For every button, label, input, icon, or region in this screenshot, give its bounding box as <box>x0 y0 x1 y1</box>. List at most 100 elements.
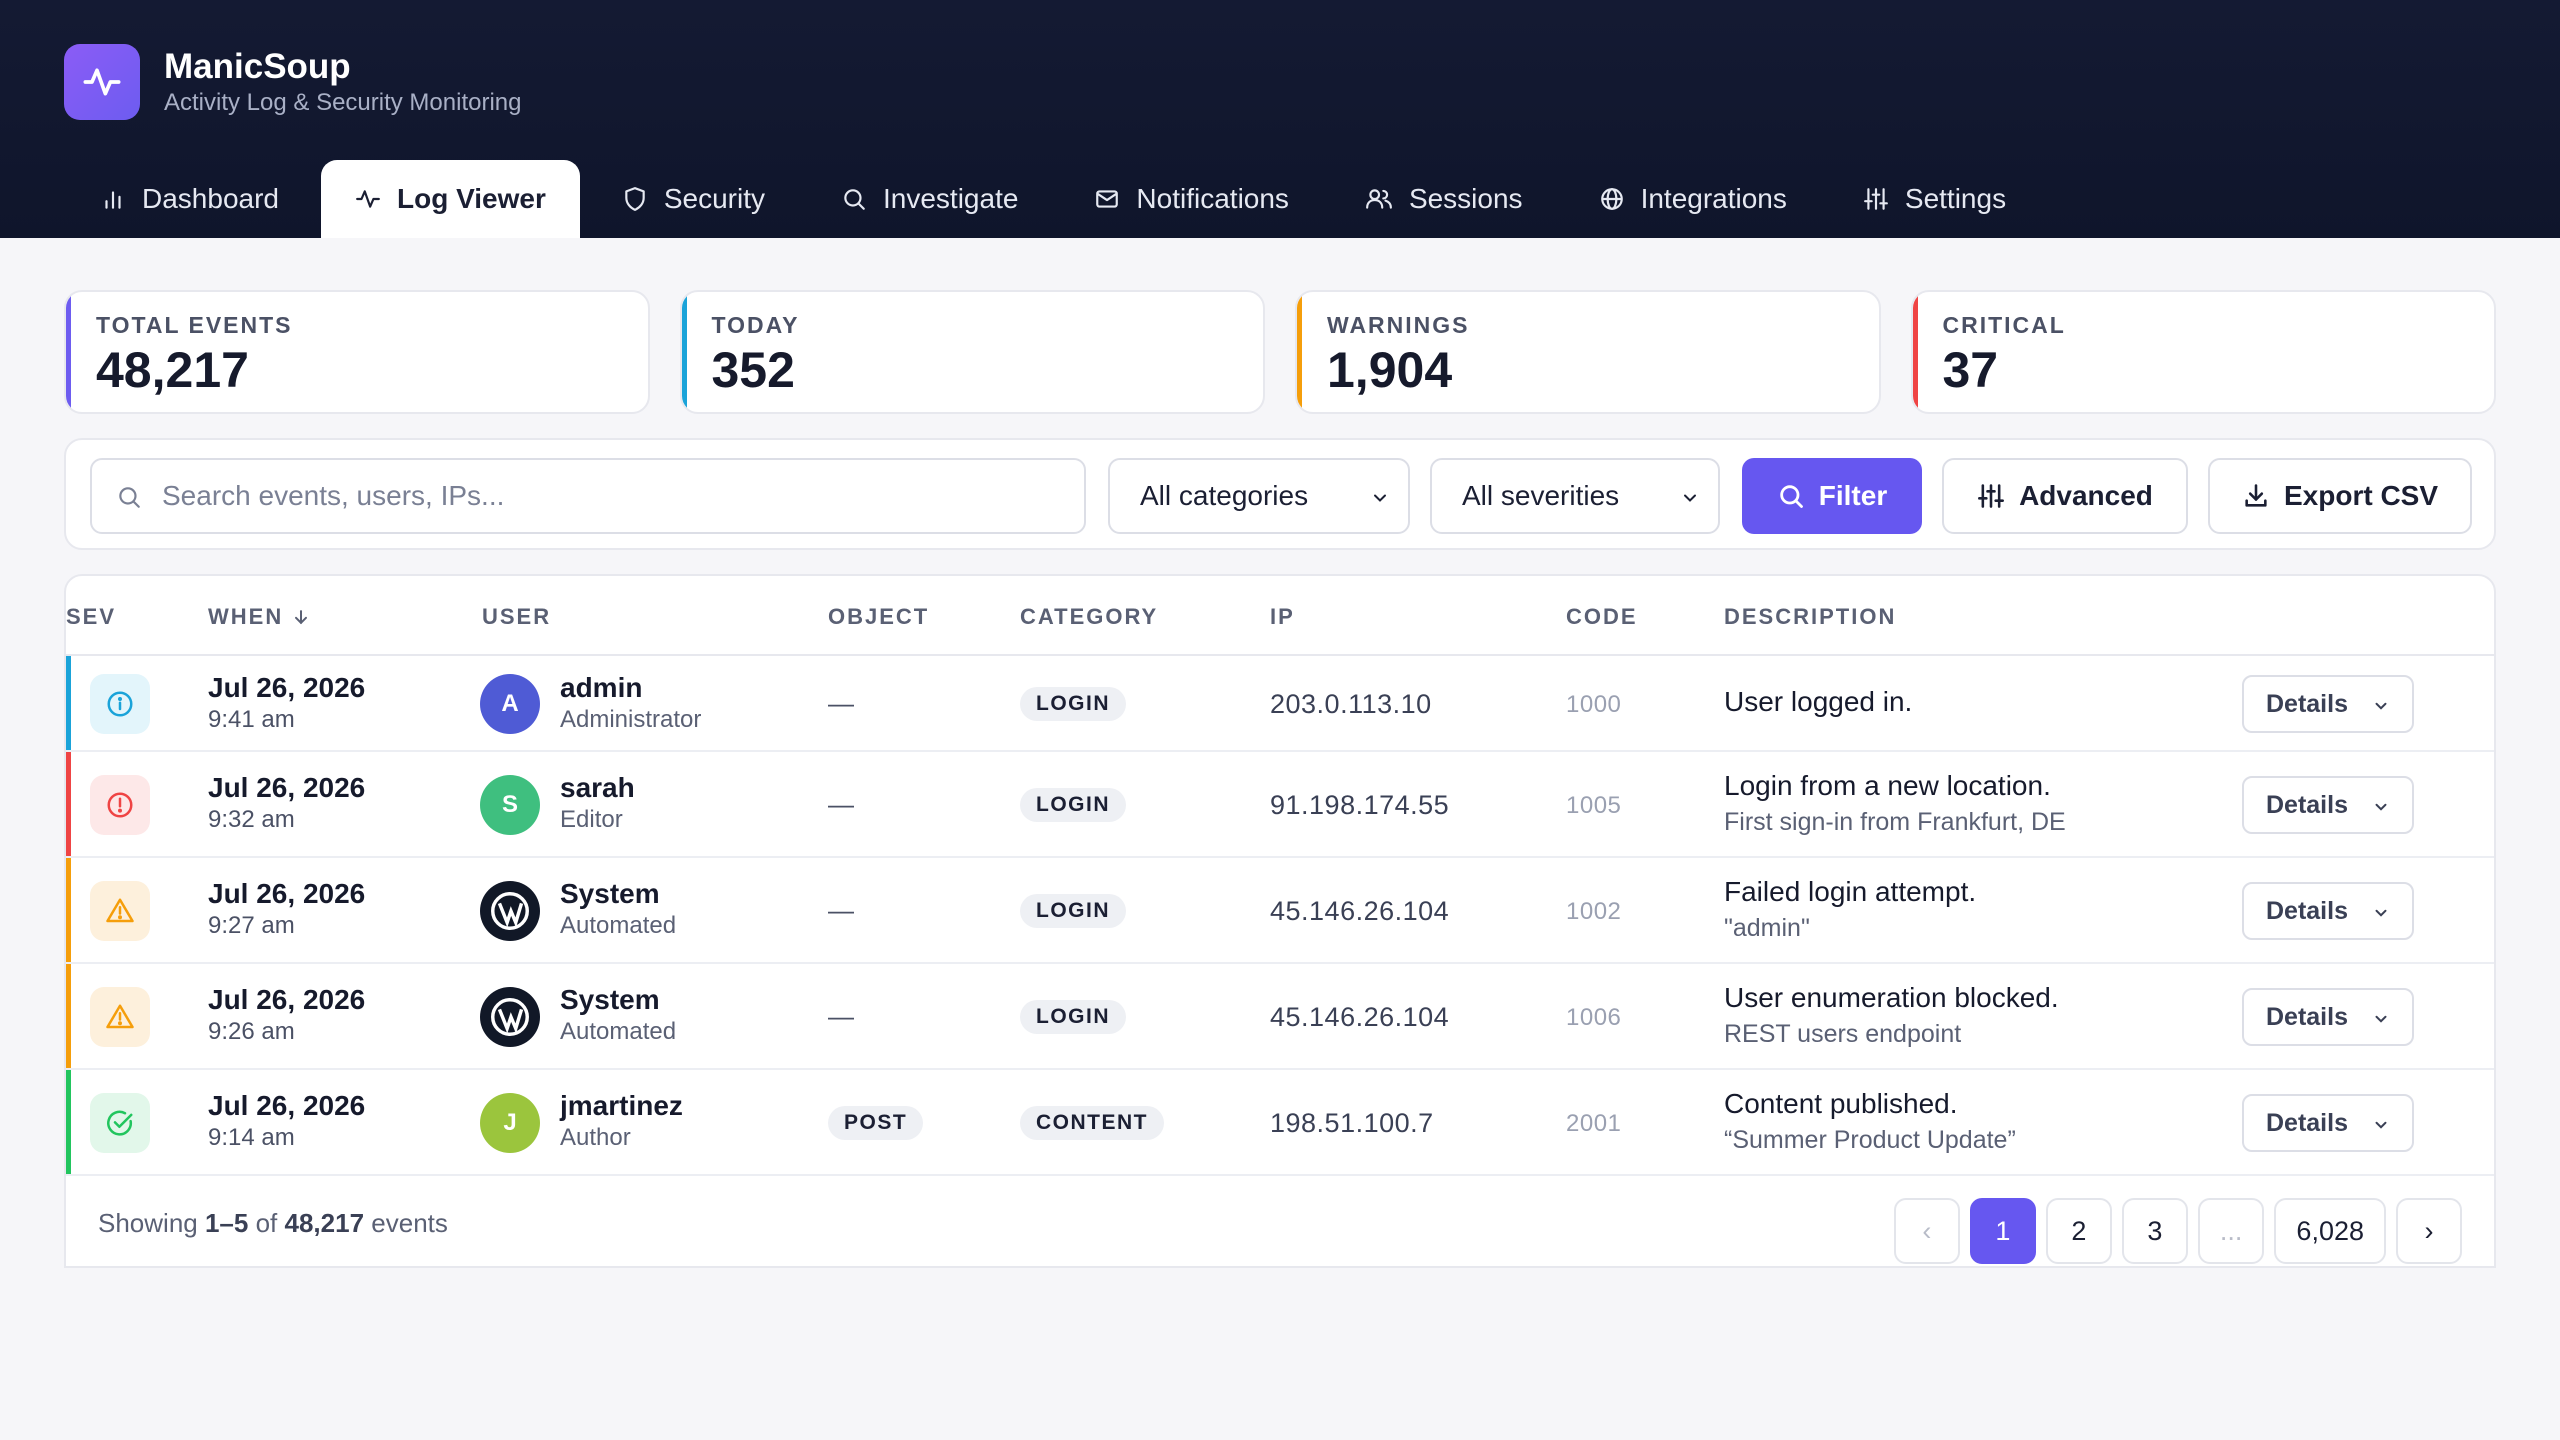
event-object: — <box>828 895 854 925</box>
stat-label: TODAY <box>711 312 800 338</box>
column-header-category[interactable]: CATEGORY <box>1020 604 1158 630</box>
export-csv-button[interactable]: Export CSV <box>2208 458 2472 534</box>
event-description: User logged in. <box>1724 686 1913 717</box>
column-header-ip[interactable]: IP <box>1270 604 1295 630</box>
event-date: Jul 26, 2026 <box>208 878 366 909</box>
chevron-down-icon <box>2375 1121 2387 1129</box>
tab-investigate[interactable]: Investigate <box>807 160 1052 238</box>
table-row[interactable]: Jul 26, 2026 9:41 am A admin Administrat… <box>66 656 2494 752</box>
column-header-when[interactable]: WHEN <box>208 604 311 630</box>
user-name[interactable]: System <box>560 984 660 1016</box>
column-header-when-label: WHEN <box>208 604 284 629</box>
download-icon <box>2245 484 2267 507</box>
details-button-label: Details <box>2266 790 2348 819</box>
tab-security[interactable]: Security <box>588 160 799 238</box>
tab-label: Security <box>663 183 765 214</box>
prev-page-button[interactable]: ‹ <box>1893 1198 1960 1264</box>
event-date: Jul 26, 2026 <box>208 1090 366 1121</box>
tab-label: Dashboard <box>142 183 279 214</box>
search-icon <box>844 189 865 210</box>
tab-settings[interactable]: Settings <box>1829 160 2040 238</box>
arrow-down-icon <box>295 610 308 625</box>
showing-prefix: Showing <box>98 1208 198 1238</box>
stat-label: WARNINGS <box>1327 312 1470 338</box>
column-header-description[interactable]: DESCRIPTION <box>1724 604 1896 630</box>
warning-icon <box>90 881 150 941</box>
tab-label: Sessions <box>1408 183 1523 214</box>
column-header-object[interactable]: OBJECT <box>828 604 929 630</box>
details-button[interactable]: Details <box>2242 776 2414 834</box>
app-subtitle: Activity Log & Security Monitoring <box>164 89 522 116</box>
app-name: ManicSoup <box>164 47 351 86</box>
page-button-1[interactable]: 1 <box>1969 1198 2036 1264</box>
user-name[interactable]: sarah <box>560 772 635 804</box>
table-row[interactable]: Jul 26, 2026 9:32 am S sarah Editor — LO… <box>66 752 2494 858</box>
details-button-label: Details <box>2266 1002 2348 1031</box>
table-row[interactable]: Jul 26, 2026 9:27 am System Automated — … <box>66 858 2494 964</box>
chevron-down-icon <box>2375 803 2387 811</box>
tab-sessions[interactable]: Sessions <box>1331 160 1557 238</box>
user-role: Editor <box>560 806 623 833</box>
brand[interactable]: ManicSoup Activity Log & Security Monito… <box>64 44 521 120</box>
column-header-code[interactable]: CODE <box>1566 604 1638 630</box>
search-input[interactable] <box>162 460 1062 532</box>
main-tabs: Dashboard Log Viewer Security Investigat… <box>66 160 2048 238</box>
tab-label: Integrations <box>1640 183 1787 214</box>
category-select[interactable]: All categories <box>1108 458 1410 534</box>
user-name[interactable]: admin <box>560 672 642 704</box>
advanced-button-label: Advanced <box>2019 480 2153 511</box>
event-description-detail: “Summer Product Update” <box>1724 1126 2016 1154</box>
event-ip[interactable]: 45.146.26.104 <box>1270 1002 1449 1033</box>
column-header-sev[interactable]: SEV <box>66 604 116 630</box>
details-button[interactable]: Details <box>2242 1094 2414 1152</box>
tab-label: Settings <box>1904 183 2007 214</box>
event-ip[interactable]: 91.198.174.55 <box>1270 790 1449 821</box>
page-ellipsis: ... <box>2197 1198 2265 1264</box>
page-button-2[interactable]: 2 <box>2045 1198 2112 1264</box>
sliders-icon <box>1863 188 1888 210</box>
tab-log-viewer[interactable]: Log Viewer <box>320 160 580 238</box>
column-header-user[interactable]: USER <box>482 604 551 630</box>
stat-value: 352 <box>711 342 795 398</box>
event-ip[interactable]: 203.0.113.10 <box>1270 689 1432 720</box>
tab-label: Notifications <box>1136 183 1289 214</box>
chevron-down-icon <box>2375 702 2387 710</box>
category-badge: LOGIN <box>1020 687 1126 721</box>
severity-bar <box>66 1070 71 1174</box>
search-box[interactable] <box>90 458 1086 534</box>
user-role: Author <box>560 1124 631 1151</box>
globe-icon <box>1600 188 1623 210</box>
user-name[interactable]: System <box>560 878 660 910</box>
check-circle-icon <box>90 1093 150 1153</box>
category-badge: LOGIN <box>1020 1000 1126 1034</box>
severity-select[interactable]: All severities <box>1430 458 1720 534</box>
details-button[interactable]: Details <box>2242 988 2414 1046</box>
event-description-detail: REST users endpoint <box>1724 1020 1962 1048</box>
user-name[interactable]: jmartinez <box>560 1090 683 1122</box>
tab-notifications[interactable]: Notifications <box>1060 160 1323 238</box>
page-button-last[interactable]: 6,028 <box>2274 1198 2386 1264</box>
event-ip[interactable]: 198.51.100.7 <box>1270 1108 1434 1139</box>
severity-bar <box>66 858 71 962</box>
details-button[interactable]: Details <box>2242 882 2414 940</box>
export-csv-label: Export CSV <box>2283 480 2439 511</box>
details-button[interactable]: Details <box>2242 675 2414 733</box>
event-ip[interactable]: 45.146.26.104 <box>1270 896 1449 927</box>
tab-integrations[interactable]: Integrations <box>1565 160 1821 238</box>
warning-icon <box>90 987 150 1047</box>
advanced-button[interactable]: Advanced <box>1942 458 2188 534</box>
stat-today: TODAY 352 <box>679 290 1265 414</box>
shield-icon <box>625 187 645 211</box>
next-page-button[interactable]: › <box>2396 1198 2462 1264</box>
event-description: Login from a new location. <box>1724 770 2051 801</box>
table-row[interactable]: Jul 26, 2026 9:26 am System Automated — … <box>66 964 2494 1070</box>
tab-dashboard[interactable]: Dashboard <box>66 160 313 238</box>
filter-button[interactable]: Filter <box>1742 458 1922 534</box>
event-description: Content published. <box>1724 1088 1958 1119</box>
category-badge: LOGIN <box>1020 894 1126 928</box>
user-role: Automated <box>560 1018 677 1045</box>
activity-icon <box>356 190 380 208</box>
table-row[interactable]: Jul 26, 2026 9:14 am J jmartinez Author … <box>66 1070 2494 1176</box>
showing-range: 1–5 <box>204 1208 249 1238</box>
page-button-3[interactable]: 3 <box>2121 1198 2188 1264</box>
